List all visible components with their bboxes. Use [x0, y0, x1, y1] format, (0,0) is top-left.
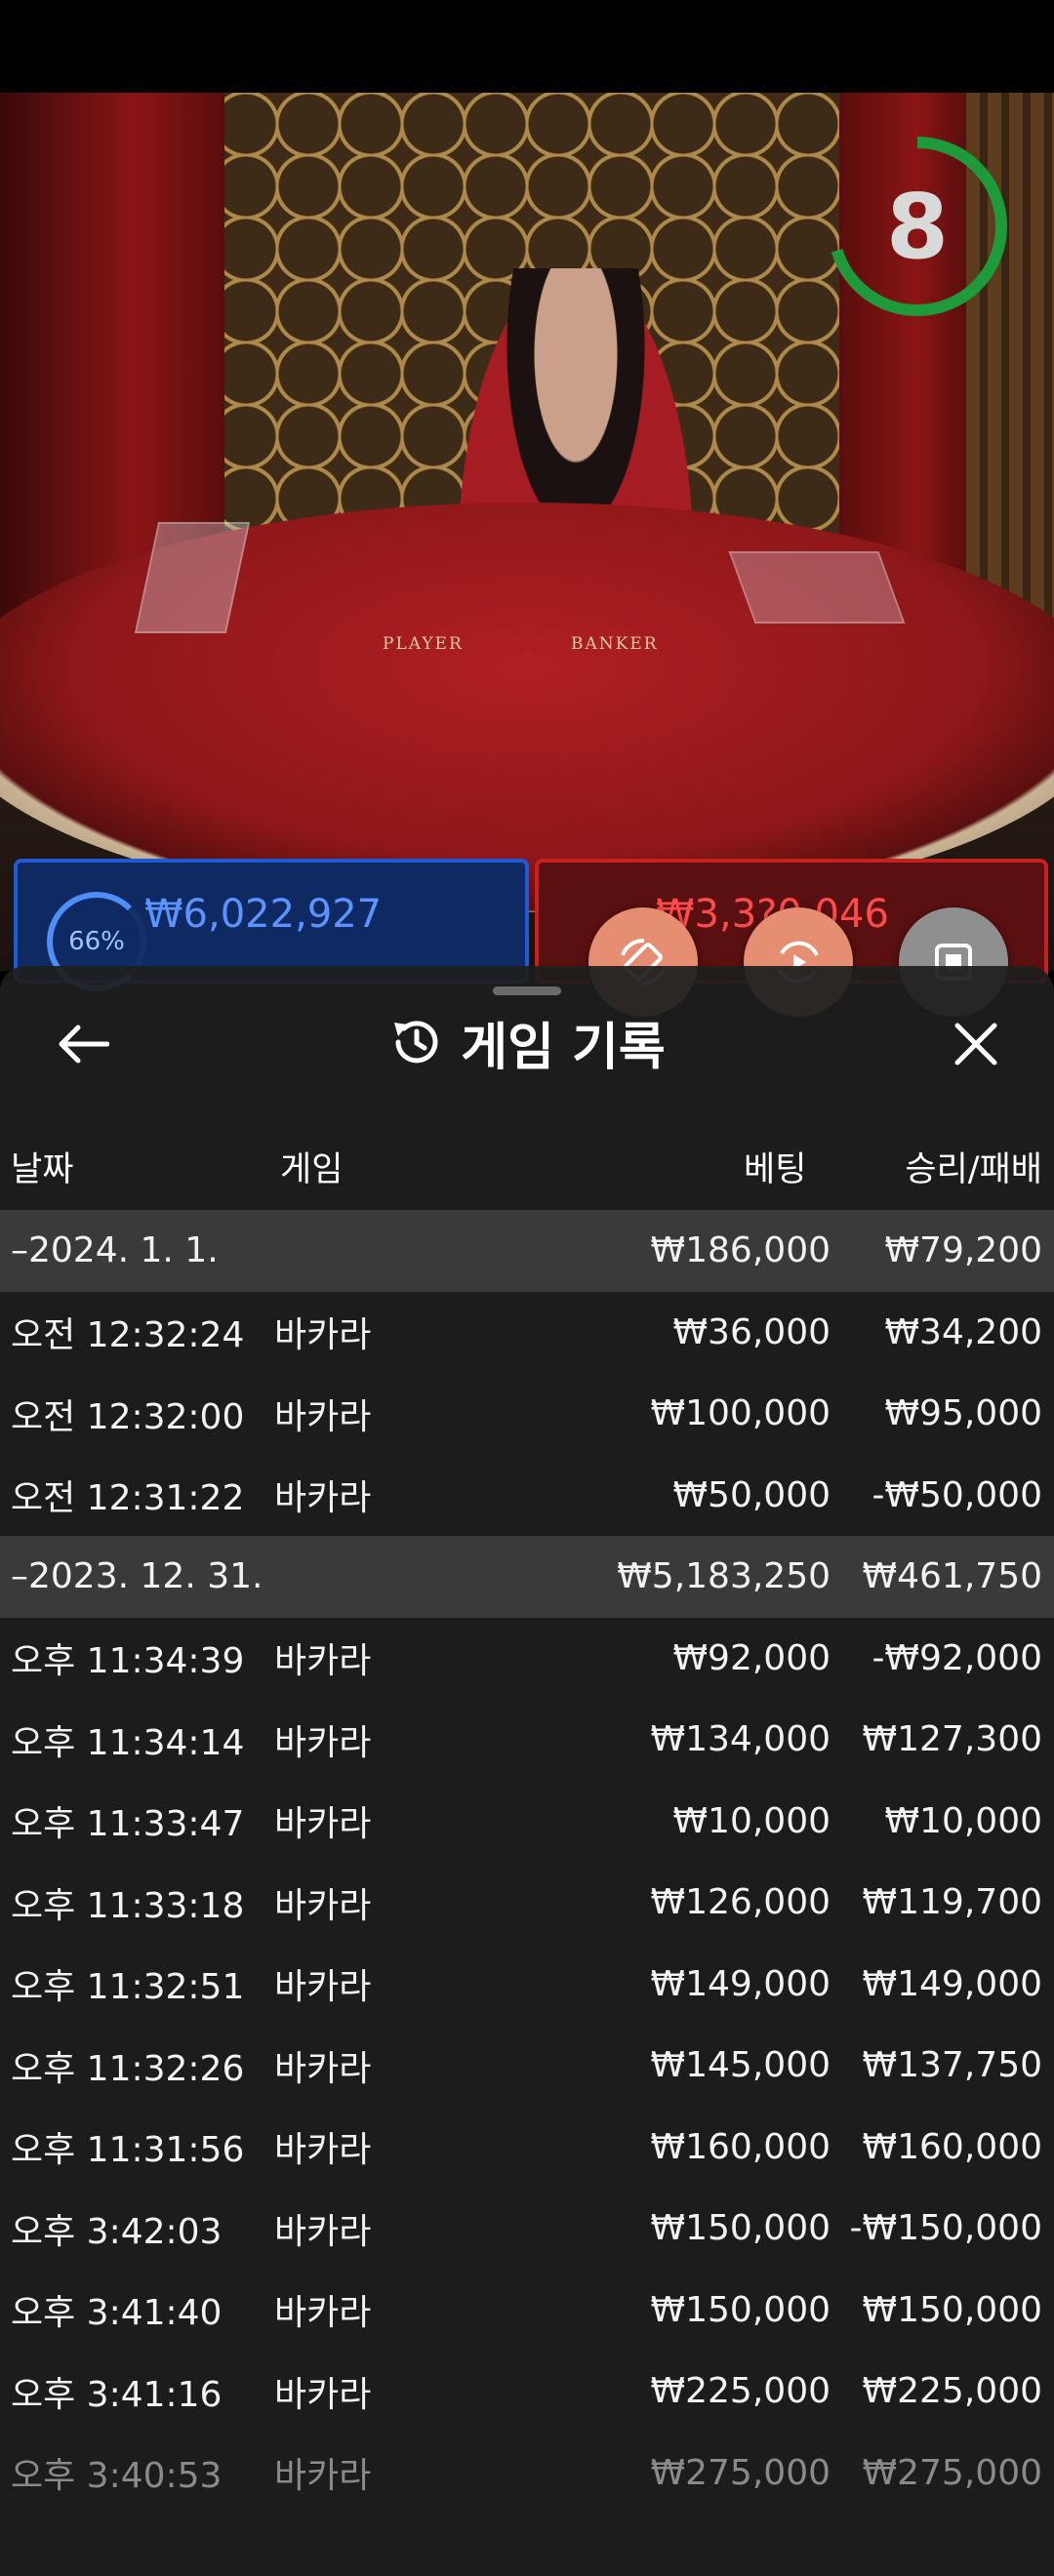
cell-game: 바카라: [274, 2293, 372, 2334]
date-group-row[interactable]: –2023. 12. 31. ₩5,183,250 ₩461,750: [0, 1536, 1054, 1618]
cell-date: 오전 12:31:22: [11, 1478, 245, 1519]
table-row: 오후 11:33:18 바카라 ₩126,000 ₩119,700: [0, 1862, 1054, 1944]
close-icon: [954, 1023, 997, 1066]
table-row: 오전 12:32:24 바카라 ₩36,000 ₩34,200: [0, 1292, 1054, 1374]
cell-result: ₩150,000: [862, 2289, 1042, 2330]
player-amount: ₩6,022,927: [144, 892, 383, 937]
date-group-row[interactable]: –2024. 1. 1. ₩186,000 ₩79,200: [0, 1210, 1054, 1292]
table-row: 오후 11:32:26 바카라 ₩145,000 ₩137,750: [0, 2025, 1054, 2107]
timer-value: 8: [885, 174, 949, 279]
drag-handle[interactable]: [493, 986, 561, 995]
cell-date: 오전 12:32:24: [11, 1315, 245, 1356]
cell-bet: ₩275,000: [650, 2452, 831, 2493]
cell-date: 오후 3:40:53: [11, 2456, 223, 2497]
cell-game: [274, 1536, 469, 1618]
player-stat-bar: 66% ₩6,022,927: [14, 859, 529, 991]
cell-date: –2023. 12. 31.: [0, 1536, 274, 1618]
cell-game: 바카라: [274, 1885, 372, 1926]
cell-date: 오후 11:34:39: [11, 1641, 245, 1682]
cell-date: 오후 11:34:14: [11, 1722, 245, 1763]
cell-bet: ₩126,000: [650, 1882, 831, 1923]
cell-result: ₩461,750: [831, 1536, 1054, 1618]
table-row: 오후 3:40:53 바카라 ₩275,000 ₩275,000: [0, 2433, 1054, 2515]
cell-result: ₩95,000: [884, 1393, 1042, 1434]
discard-tray: [728, 551, 906, 624]
player-area-label: PLAYER: [383, 634, 464, 654]
column-header-date: 날짜: [11, 1150, 74, 1189]
cell-date: 오후 11:33:18: [11, 1885, 245, 1926]
cell-bet: ₩160,000: [650, 2126, 831, 2167]
cell-result: -₩50,000: [872, 1474, 1042, 1515]
cell-bet: ₩50,000: [672, 1474, 831, 1515]
column-header-result: 승리/패배: [905, 1150, 1042, 1189]
column-header-bet: 베팅: [744, 1150, 807, 1189]
cell-date: 오후 11:32:26: [11, 2048, 245, 2089]
close-button[interactable]: [942, 1015, 1010, 1073]
cell-date: 오후 3:41:40: [11, 2293, 223, 2334]
cell-result: ₩160,000: [862, 2126, 1042, 2167]
cell-date: 오후 11:31:56: [11, 2130, 245, 2171]
cell-bet: ₩145,000: [650, 2045, 831, 2086]
cell-result: ₩137,750: [862, 2045, 1042, 2086]
table-row: 오후 11:34:14 바카라 ₩134,000 ₩127,300: [0, 1699, 1054, 1781]
cell-date: 오후 11:32:51: [11, 1967, 245, 2008]
cell-game: 바카라: [274, 1804, 372, 1845]
sheet-header: 게임 기록: [0, 1007, 1054, 1077]
cell-bet: ₩5,183,250: [469, 1536, 831, 1618]
cell-game: 바카라: [274, 1967, 372, 2008]
cell-game: 바카라: [274, 2374, 372, 2415]
cell-game: 바카라: [274, 1396, 372, 1437]
cell-result: ₩149,000: [862, 1963, 1042, 2004]
cell-result: ₩10,000: [884, 1800, 1042, 1841]
table-row: 오후 3:42:03 바카라 ₩150,000 -₩150,000: [0, 2188, 1054, 2270]
cell-game: 바카라: [274, 2456, 372, 2497]
cell-result: ₩119,700: [862, 1882, 1042, 1923]
cell-bet: ₩225,000: [650, 2371, 831, 2412]
cell-game: 바카라: [274, 2130, 372, 2171]
cell-date: 오후 3:42:03: [11, 2211, 223, 2252]
cell-bet: ₩150,000: [650, 2289, 831, 2330]
cell-game: 바카라: [274, 1641, 372, 1682]
cell-result: -₩92,000: [872, 1637, 1042, 1678]
cell-game: 바카라: [274, 2048, 372, 2089]
cell-date: 오전 12:32:00: [11, 1396, 245, 1437]
cell-bet: ₩92,000: [672, 1637, 831, 1678]
table-row: 오후 3:41:16 바카라 ₩225,000 ₩225,000: [0, 2351, 1054, 2433]
countdown-timer: 8: [828, 131, 1007, 322]
cell-game: 바카라: [274, 1315, 372, 1356]
cell-result: ₩34,200: [884, 1311, 1042, 1352]
game-history-sheet: 게임 기록 날짜 게임 베팅 승리/패배 –2024. 1. 1. ₩186,00…: [0, 966, 1054, 2576]
column-header-game: 게임: [280, 1150, 344, 1189]
cell-date: 오후 11:33:47: [11, 1804, 245, 1845]
table-row: 오후 11:31:56 바카라 ₩160,000 ₩160,000: [0, 2107, 1054, 2189]
cell-result: ₩127,300: [862, 1719, 1042, 1760]
cell-date: 오후 3:41:16: [11, 2374, 223, 2415]
table-row: 오후 11:32:51 바카라 ₩149,000 ₩149,000: [0, 1944, 1054, 2026]
cell-bet: ₩149,000: [650, 1963, 831, 2004]
cell-game: 바카라: [274, 1722, 372, 1763]
cell-game: 바카라: [274, 1478, 372, 1519]
cell-result: ₩225,000: [862, 2371, 1042, 2412]
cell-bet: ₩100,000: [650, 1393, 831, 1434]
cell-bet: ₩10,000: [672, 1800, 831, 1841]
table-row: 오후 11:34:39 바카라 ₩92,000 -₩92,000: [0, 1618, 1054, 1700]
cell-game: [274, 1210, 469, 1292]
cell-bet: ₩36,000: [672, 1311, 831, 1352]
history-table: –2024. 1. 1. ₩186,000 ₩79,200 오전 12:32:24 바카…: [0, 1210, 1054, 2514]
cell-date: –2024. 1. 1.: [0, 1210, 274, 1292]
table-row: 오후 3:41:40 바카라 ₩150,000 ₩150,000: [0, 2270, 1054, 2352]
history-icon: [394, 1021, 438, 1064]
cell-result: ₩275,000: [862, 2452, 1042, 2493]
cell-bet: ₩134,000: [650, 1719, 831, 1760]
cell-bet: ₩186,000: [469, 1210, 831, 1292]
table-row: 오후 11:33:47 바카라 ₩10,000 ₩10,000: [0, 1781, 1054, 1863]
sheet-title: 게임 기록: [461, 1018, 666, 1077]
banker-area-label: BANKER: [571, 634, 659, 654]
cell-bet: ₩150,000: [650, 2208, 831, 2249]
table-row: 오전 12:32:00 바카라 ₩100,000 ₩95,000: [0, 1373, 1054, 1455]
cell-result: ₩79,200: [831, 1210, 1054, 1292]
table-row: 오전 12:31:22 바카라 ₩50,000 -₩50,000: [0, 1455, 1054, 1537]
cell-result: -₩150,000: [849, 2208, 1042, 2249]
cell-game: 바카라: [274, 2211, 372, 2252]
